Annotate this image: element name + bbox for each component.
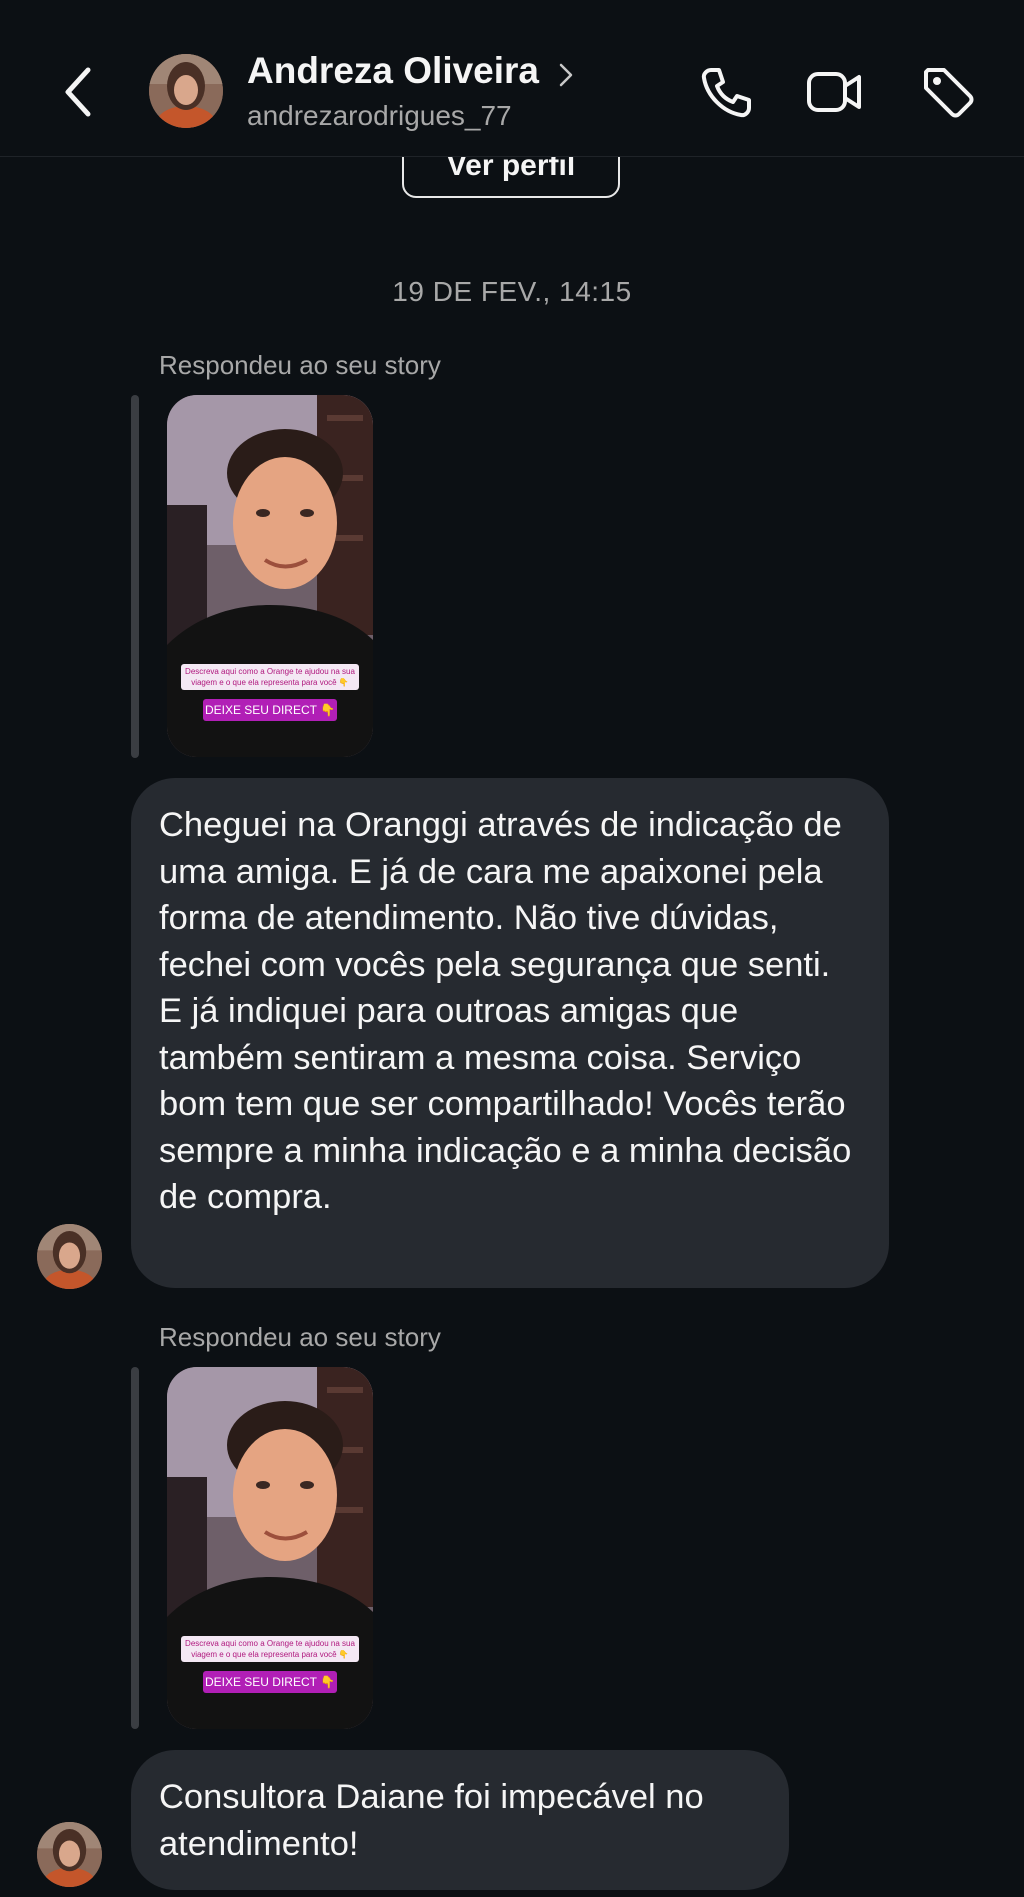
back-button[interactable] — [60, 64, 100, 120]
story-quote-bar — [131, 1367, 139, 1729]
phone-icon[interactable] — [697, 64, 753, 120]
contact-username: andrezarodrigues_77 — [247, 100, 512, 131]
story-thumbnail[interactable]: Descreva aqui como a Orange te ajudou na… — [167, 395, 373, 757]
contact-avatar[interactable] — [149, 54, 223, 128]
story-reply-label: Respondeu ao seu story — [159, 1322, 441, 1352]
message-text: Consultora Daiane foi impecável no atend… — [159, 1778, 704, 1863]
chevron-left-icon — [65, 67, 91, 117]
message-bubble[interactable]: Cheguei na Oranggi através de indicação … — [131, 778, 889, 1288]
message-text: Cheguei na Oranggi através de indicação … — [159, 806, 852, 1216]
story-caption: Descreva aqui como a Orange te ajudou na… — [181, 664, 359, 690]
story-cta: DEIXE SEU DIRECT 👇 — [203, 699, 337, 721]
message-bubble[interactable]: Consultora Daiane foi impecável no atend… — [131, 1750, 789, 1890]
story-reply-label: Respondeu ao seu story — [159, 350, 441, 380]
sender-avatar[interactable] — [37, 1822, 102, 1887]
video-camera-icon[interactable] — [806, 64, 862, 120]
story-caption: Descreva aqui como a Orange te ajudou na… — [181, 1636, 359, 1662]
tag-icon[interactable] — [920, 64, 976, 120]
contact-name[interactable]: Andreza Oliveira — [247, 50, 539, 92]
story-thumbnail[interactable]: Descreva aqui como a Orange te ajudou na… — [167, 1367, 373, 1729]
chevron-right-icon[interactable] — [556, 62, 576, 88]
story-quote-bar — [131, 395, 139, 758]
date-separator: 19 DE FEV., 14:15 — [392, 276, 632, 307]
story-cta: DEIXE SEU DIRECT 👇 — [203, 1671, 337, 1693]
sender-avatar[interactable] — [37, 1224, 102, 1289]
chat-header: Andreza Oliveira andrezarodrigues_77 — [0, 0, 1024, 157]
